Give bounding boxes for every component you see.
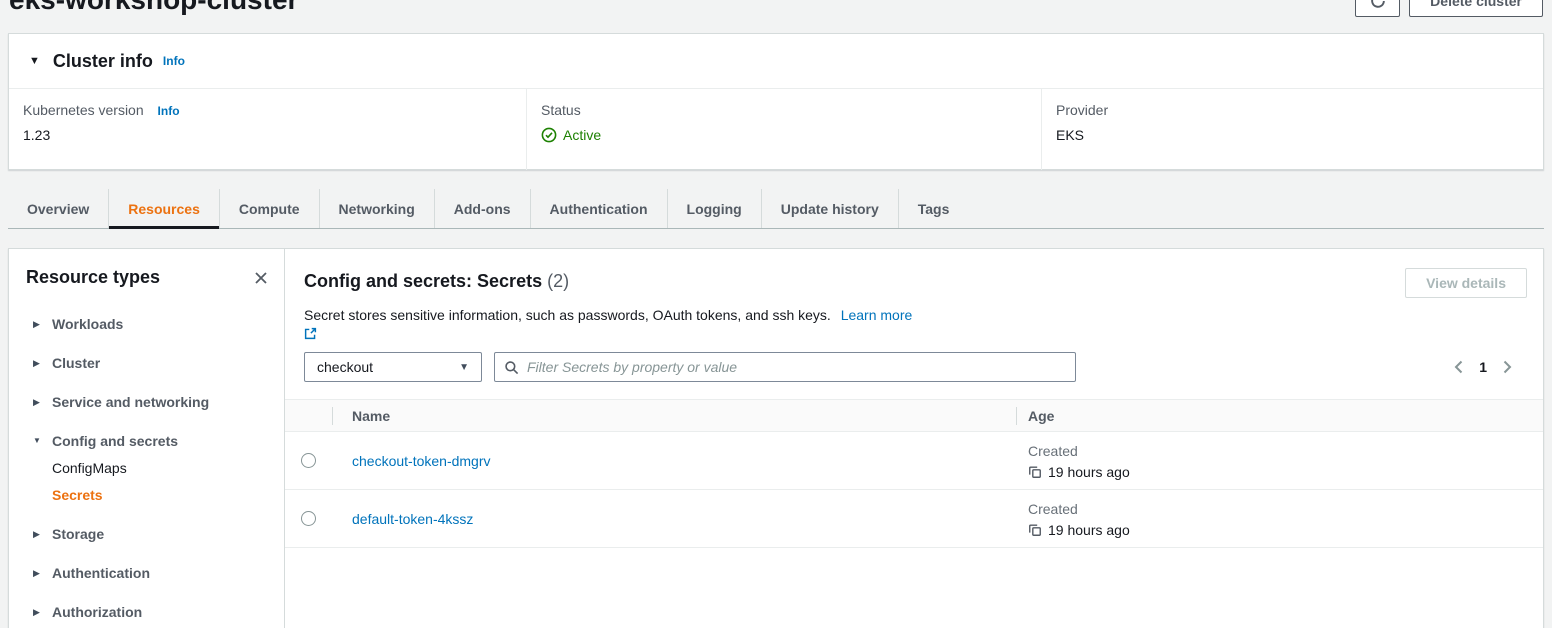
cluster-tabs: Overview Resources Compute Networking Ad… <box>8 189 1544 229</box>
tab-tags[interactable]: Tags <box>898 189 969 228</box>
tab-update-history[interactable]: Update history <box>761 189 898 228</box>
header-actions: Delete cluster <box>1355 0 1543 17</box>
age-value: 19 hours ago <box>1048 522 1130 538</box>
kubernetes-version-label: Kubernetes version <box>23 102 144 118</box>
search-icon <box>504 360 519 375</box>
tab-compute[interactable]: Compute <box>219 189 319 228</box>
sidebar-item-authorization[interactable]: ▶ Authorization <box>33 604 270 620</box>
tab-resources[interactable]: Resources <box>108 189 219 228</box>
table-row: default-token-4kssz Created 19 hours ago <box>285 490 1543 548</box>
search-input[interactable] <box>527 359 1066 375</box>
next-page-icon[interactable] <box>1502 360 1513 374</box>
dropdown-caret-icon: ▼ <box>459 362 469 373</box>
refresh-button[interactable] <box>1355 0 1400 17</box>
page-title: eks-workshop-cluster <box>9 0 298 17</box>
cluster-info-body: Kubernetes version Info 1.23 Status Acti… <box>9 89 1543 170</box>
cluster-info-title: Cluster info <box>53 51 153 72</box>
kubernetes-version-info-link[interactable]: Info <box>158 104 180 118</box>
secrets-description: Secret stores sensitive information, suc… <box>304 307 831 323</box>
tab-networking[interactable]: Networking <box>319 189 434 228</box>
kubernetes-version-value: 1.23 <box>23 127 512 143</box>
sidebar-item-service-and-networking[interactable]: ▶ Service and networking <box>33 394 270 410</box>
kubernetes-version-field: Kubernetes version Info 1.23 <box>9 89 526 170</box>
secrets-panel-title: Config and secrets: Secrets <box>304 271 542 291</box>
name-column-header: Name <box>332 400 1016 431</box>
tab-logging[interactable]: Logging <box>667 189 761 228</box>
chevron-right-icon: ▶ <box>33 604 52 620</box>
collapse-caret-icon[interactable]: ▼ <box>29 55 40 67</box>
select-column-header <box>285 400 332 431</box>
provider-value: EKS <box>1056 127 1529 143</box>
close-icon[interactable] <box>252 269 270 287</box>
cluster-info-header[interactable]: ▼ Cluster info Info <box>9 34 1543 89</box>
status-check-icon <box>541 127 557 143</box>
previous-page-icon[interactable] <box>1453 360 1464 374</box>
secret-name-link[interactable]: checkout-token-dmgrv <box>352 453 491 469</box>
secret-name-link[interactable]: default-token-4kssz <box>352 511 473 527</box>
filter-dropdown[interactable]: checkout ▼ <box>304 352 482 382</box>
chevron-right-icon: ▶ <box>33 316 52 332</box>
chevron-right-icon: ▶ <box>33 526 52 542</box>
sidebar-item-cluster[interactable]: ▶ Cluster <box>33 355 270 371</box>
copy-icon[interactable] <box>1028 523 1042 537</box>
resource-types-list: ▶ Workloads ▶ Cluster ▶ Service and netw… <box>26 316 270 620</box>
cluster-info-link[interactable]: Info <box>163 54 185 68</box>
status-field: Status Active <box>526 89 1041 170</box>
filter-dropdown-value: checkout <box>317 359 373 375</box>
chevron-down-icon: ▼ <box>33 433 52 449</box>
provider-label: Provider <box>1056 102 1529 118</box>
sidebar-item-storage[interactable]: ▶ Storage <box>33 526 270 542</box>
tab-add-ons[interactable]: Add-ons <box>434 189 530 228</box>
copy-icon[interactable] <box>1028 465 1042 479</box>
resource-types-title: Resource types <box>26 267 160 288</box>
tab-overview[interactable]: Overview <box>8 189 108 228</box>
sidebar-item-config-and-secrets[interactable]: ▼ Config and secrets <box>33 433 270 449</box>
sidebar-item-workloads[interactable]: ▶ Workloads <box>33 316 270 332</box>
sidebar-item-authentication[interactable]: ▶ Authentication <box>33 565 270 581</box>
chevron-right-icon: ▶ <box>33 394 52 410</box>
table-header: Name Age <box>285 399 1543 432</box>
refresh-icon <box>1369 0 1387 10</box>
age-column-header: Age <box>1016 400 1543 431</box>
sidebar-item-configmaps[interactable]: ConfigMaps <box>52 461 270 476</box>
row-radio-button[interactable] <box>301 453 316 468</box>
status-label: Status <box>541 102 1027 118</box>
row-radio-button[interactable] <box>301 511 316 526</box>
view-details-button[interactable]: View details <box>1405 268 1527 298</box>
status-value: Active <box>563 127 601 143</box>
secrets-table: Name Age checkout-token-dmgrv Created <box>285 399 1543 548</box>
age-created-label: Created <box>1028 442 1543 460</box>
delete-cluster-button[interactable]: Delete cluster <box>1409 0 1543 17</box>
age-value: 19 hours ago <box>1048 464 1130 480</box>
resource-types-sidebar: Resource types ▶ Workloads ▶ Cluster <box>9 249 285 628</box>
tab-authentication[interactable]: Authentication <box>530 189 667 228</box>
age-created-label: Created <box>1028 500 1543 518</box>
search-box <box>494 352 1076 382</box>
provider-field: Provider EKS <box>1041 89 1543 170</box>
table-row: checkout-token-dmgrv Created 19 hours ag… <box>285 432 1543 490</box>
chevron-right-icon: ▶ <box>33 355 52 371</box>
sidebar-item-secrets[interactable]: Secrets <box>52 488 270 503</box>
external-link-icon <box>304 327 1527 340</box>
pagination: 1 <box>1453 359 1527 375</box>
secrets-count: (2) <box>547 271 569 291</box>
chevron-right-icon: ▶ <box>33 565 52 581</box>
resources-content: Resource types ▶ Workloads ▶ Cluster <box>8 248 1544 628</box>
page-number[interactable]: 1 <box>1479 359 1487 375</box>
cluster-info-panel: ▼ Cluster info Info Kubernetes version I… <box>8 33 1544 170</box>
secrets-panel: Config and secrets: Secrets (2) View det… <box>285 249 1543 628</box>
status-badge: Active <box>541 127 1027 143</box>
